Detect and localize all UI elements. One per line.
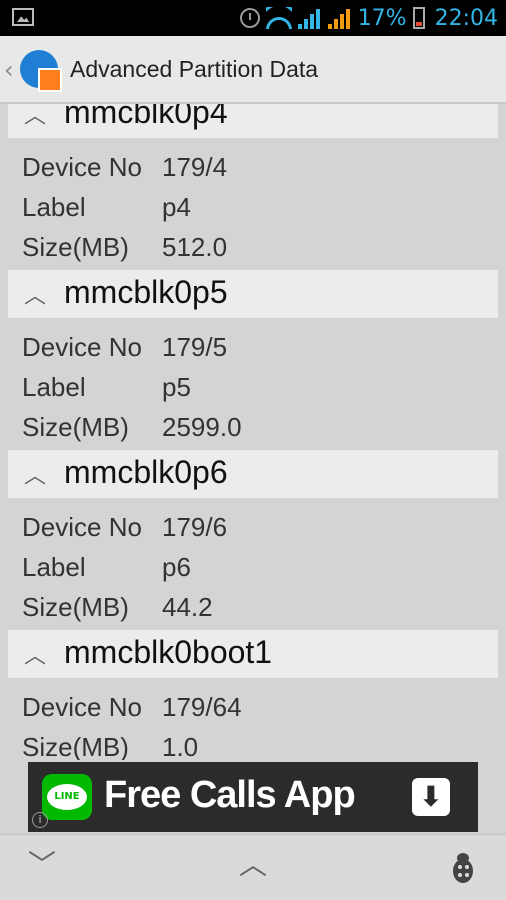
field-value: 179/64 — [162, 692, 242, 722]
partition-header[interactable]: ︿ mmcblk0p6 — [8, 450, 498, 498]
partition-name: mmcblk0p4 — [64, 104, 228, 130]
field-value: 179/5 — [162, 332, 228, 362]
ad-banner[interactable]: LINE Free Calls App ⬇ i — [28, 762, 478, 832]
partition-header[interactable]: ︿ mmcblk0p5 — [8, 270, 498, 318]
bottom-action-bar: ﹀ ︿ — [0, 834, 506, 900]
field-value: p6 — [162, 552, 191, 582]
partition-header[interactable]: ︿ mmcblk0boot1 — [8, 630, 498, 678]
bug-icon[interactable] — [448, 851, 478, 885]
field-value: p5 — [162, 372, 191, 402]
field-key: Size(MB) — [22, 412, 129, 442]
field-key: Device No — [22, 512, 142, 542]
field-key: Size(MB) — [22, 592, 129, 622]
field-value: 179/6 — [162, 512, 228, 542]
field-value: 512.0 — [162, 232, 228, 262]
partition-name: mmcblk0boot1 — [64, 634, 273, 670]
field-value: 2599.0 — [162, 412, 242, 442]
partition-name: mmcblk0p6 — [64, 454, 228, 490]
collapse-caret-icon: ︿ — [24, 104, 47, 129]
collapse-caret-icon: ︿ — [24, 284, 47, 309]
partition-header[interactable]: ︿ mmcblk0p4 — [8, 104, 498, 138]
ad-headline: Free Calls App — [104, 774, 356, 816]
battery-icon — [412, 7, 425, 29]
signal-icon — [327, 7, 352, 29]
field-key: Size(MB) — [22, 232, 129, 262]
status-icons: 17% 22:04 — [239, 0, 498, 36]
partition-list[interactable]: ︿ mmcblk0p4 Device No 179/4 Label p4 Siz… — [0, 104, 506, 760]
download-icon: ⬇ — [412, 778, 450, 816]
field-key: Size(MB) — [22, 732, 129, 760]
field-key: Label — [22, 192, 86, 222]
signal-icon — [297, 7, 322, 29]
chevron-up-icon[interactable]: ︿ — [233, 845, 273, 885]
clock: 22:04 — [434, 5, 498, 31]
field-key: Device No — [22, 692, 142, 722]
partition-name: mmcblk0p5 — [64, 274, 228, 310]
field-key: Label — [22, 372, 86, 402]
field-key: Device No — [22, 332, 142, 362]
ad-info-icon[interactable]: i — [32, 812, 48, 828]
action-bar: ‹ Advanced Partition Data — [0, 36, 506, 104]
page-title: Advanced Partition Data — [70, 56, 319, 82]
line-logo-icon: LINE — [42, 774, 92, 820]
battery-percent: 17% — [357, 5, 407, 31]
field-key: Label — [22, 552, 86, 582]
alarm-icon — [239, 8, 260, 28]
field-value: 179/4 — [162, 152, 228, 182]
wifi-icon — [265, 7, 292, 29]
up-chevron-icon[interactable]: ‹ — [4, 56, 14, 84]
collapse-caret-icon: ︿ — [24, 644, 47, 669]
image-notification-icon — [12, 8, 34, 26]
chevron-down-icon[interactable]: ﹀ — [22, 845, 62, 885]
line-logo-text: LINE — [47, 784, 87, 810]
field-value: 1.0 — [162, 732, 199, 760]
status-bar: 17% 22:04 — [0, 0, 506, 36]
collapse-caret-icon: ︿ — [24, 464, 47, 489]
app-logo-icon[interactable] — [20, 50, 62, 92]
field-key: Device No — [22, 152, 142, 182]
field-value: p4 — [162, 192, 191, 222]
field-value: 44.2 — [162, 592, 213, 622]
